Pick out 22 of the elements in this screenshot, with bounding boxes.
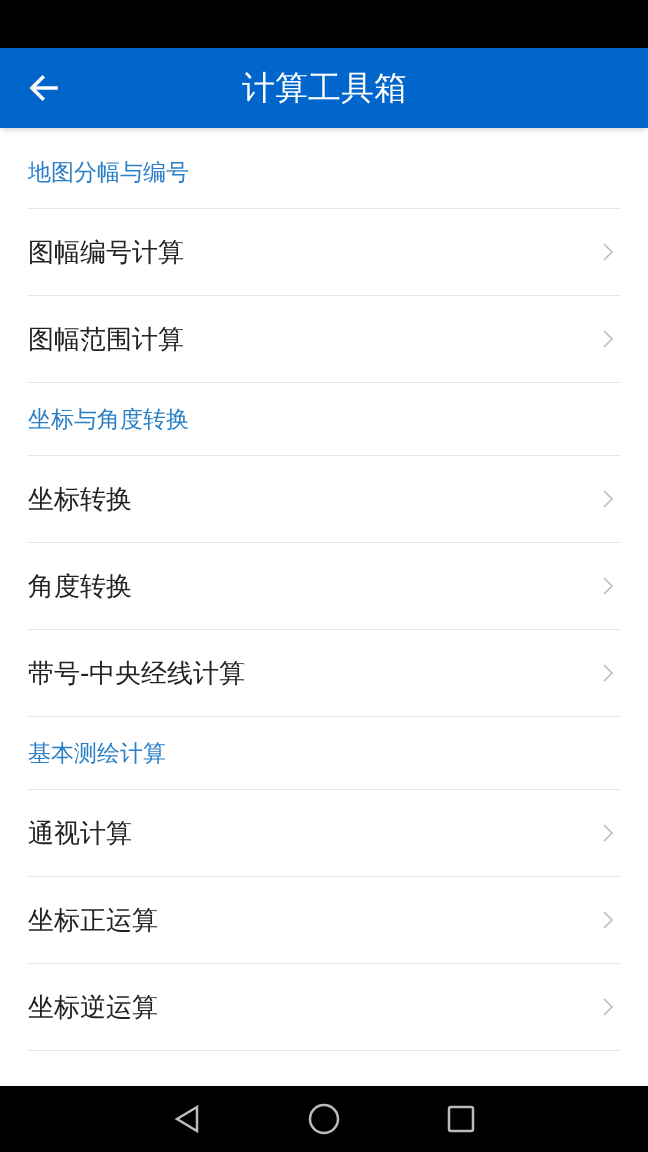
list-item[interactable]: 图幅编号计算 [28, 209, 620, 296]
chevron-right-icon [602, 489, 614, 509]
list-item[interactable]: 角度转换 [28, 543, 620, 630]
list-item[interactable]: 坐标转换 [28, 456, 620, 543]
section-header: 基本测绘计算 [28, 738, 166, 768]
list-item[interactable]: 通视计算 [28, 790, 620, 877]
list-item[interactable]: 图幅范围计算 [28, 296, 620, 383]
list-item[interactable]: 带号-中央经线计算 [28, 630, 620, 717]
chevron-right-icon [602, 997, 614, 1017]
home-circle-icon[interactable] [308, 1103, 340, 1135]
section-header: 坐标与角度转换 [28, 404, 189, 434]
chevron-right-icon [602, 329, 614, 349]
chevron-right-icon [602, 823, 614, 843]
chevron-right-icon [602, 242, 614, 262]
chevron-right-icon [602, 576, 614, 596]
chevron-right-icon [602, 910, 614, 930]
list-item[interactable]: 坐标逆运算 [28, 964, 620, 1051]
app-title: 计算工具箱 [241, 67, 407, 110]
section-header: 地图分幅与编号 [28, 157, 189, 187]
recents-square-icon[interactable] [446, 1105, 475, 1133]
list-item[interactable]: 坐标正运算 [28, 877, 620, 964]
chevron-right-icon [602, 663, 614, 683]
